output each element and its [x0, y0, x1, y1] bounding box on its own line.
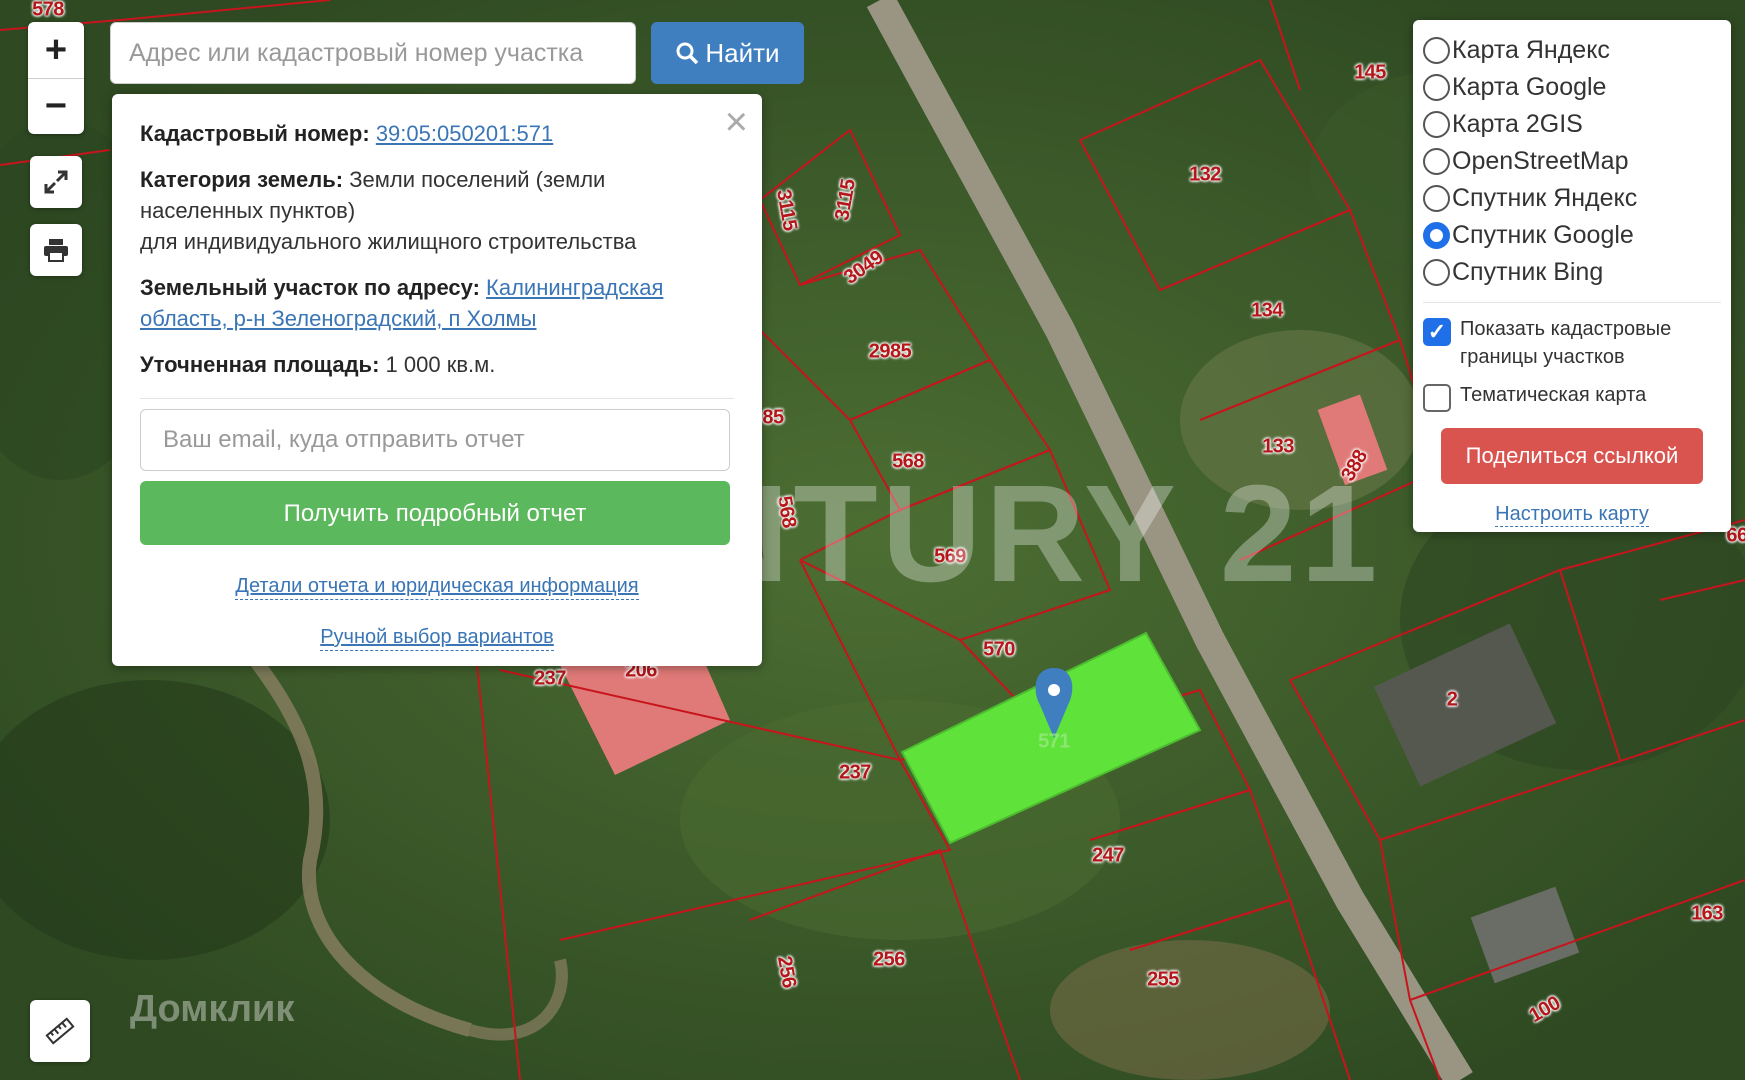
layer-option-label: Спутник Google	[1452, 221, 1634, 249]
fullscreen-button[interactable]	[30, 156, 82, 208]
search-input[interactable]	[110, 22, 636, 84]
checkbox-label: Показать кадастровые границы участков	[1460, 318, 1672, 368]
parcel-label: 247	[1092, 844, 1124, 867]
layer-option-yandex-map[interactable]: Карта Яндекс	[1423, 32, 1721, 69]
parcel-label: 578	[32, 0, 64, 21]
zoom-control: + −	[28, 22, 84, 134]
layer-option-label: Карта Яндекс	[1452, 36, 1610, 64]
layer-option-2gis-map[interactable]: Карта 2GIS	[1423, 106, 1721, 143]
print-button[interactable]	[30, 224, 82, 276]
parcel-label: 255	[1147, 968, 1179, 991]
parcel-label: 85	[762, 406, 784, 429]
zoom-in-button[interactable]: +	[28, 22, 84, 78]
printer-icon	[44, 239, 68, 262]
parcel-label: 570	[983, 638, 1015, 661]
area-value: 1 000 кв.м.	[385, 352, 496, 377]
ruler-button[interactable]	[30, 1000, 90, 1062]
cadastral-number-row: Кадастровый номер: 39:05:050201:571	[140, 118, 734, 149]
get-report-button[interactable]: Получить подробный отчет	[140, 481, 730, 545]
manual-selection-link[interactable]: Ручной выбор вариантов	[320, 624, 554, 651]
cadastral-number-link[interactable]: 39:05:050201:571	[376, 121, 553, 146]
layer-option-label: Карта 2GIS	[1452, 110, 1583, 138]
parcel-label: 132	[1189, 163, 1221, 186]
show-cadastral-borders-checkbox[interactable]: ✓ Показать кадастровые границы участков	[1423, 315, 1721, 371]
radio-selected-icon	[1423, 222, 1450, 249]
parcel-label: 256	[873, 948, 905, 971]
layer-option-label: Спутник Bing	[1452, 258, 1604, 286]
layer-option-label: Карта Google	[1452, 73, 1607, 101]
search-icon	[676, 42, 699, 65]
configure-map-link[interactable]: Настроить карту	[1495, 502, 1649, 527]
parcel-label: 2985	[868, 340, 912, 363]
search-button-label: Найти	[705, 37, 780, 68]
land-usage-value: для индивидуального жилищного строительс…	[140, 229, 637, 254]
parcel-label: 237	[534, 667, 566, 690]
layer-option-label: Спутник Яндекс	[1452, 184, 1638, 212]
checkmark-icon: ✓	[1423, 318, 1451, 346]
layer-option-google-satellite[interactable]: Спутник Google	[1423, 217, 1721, 254]
radio-icon	[1423, 74, 1450, 101]
checkbox-icon	[1423, 384, 1451, 412]
radio-icon	[1423, 148, 1450, 175]
report-details-link[interactable]: Детали отчета и юридическая информация	[235, 573, 639, 600]
email-field[interactable]	[140, 409, 730, 471]
close-icon[interactable]: ×	[725, 102, 748, 142]
parcel-label: 163	[1691, 902, 1723, 925]
radio-icon	[1423, 259, 1450, 286]
area-label: Уточненная площадь:	[140, 352, 380, 377]
parcel-label: 571	[1038, 730, 1070, 753]
divider	[140, 398, 734, 399]
parcel-label: 237	[839, 761, 871, 784]
radio-icon	[1423, 185, 1450, 212]
ruler-icon	[45, 1017, 75, 1045]
parcel-info-popup: × Кадастровый номер: 39:05:050201:571 Ка…	[112, 94, 762, 666]
area-row: Уточненная площадь: 1 000 кв.м.	[140, 349, 734, 380]
layer-option-bing-satellite[interactable]: Спутник Bing	[1423, 254, 1721, 291]
domclick-watermark: Домклик	[130, 988, 295, 1030]
land-category-label: Категория земель:	[140, 167, 344, 192]
zoom-out-button[interactable]: −	[28, 78, 84, 134]
thematic-map-checkbox[interactable]: Тематическая карта	[1423, 381, 1721, 412]
address-label: Земельный участок по адресу:	[140, 275, 480, 300]
share-link-button[interactable]: Поделиться ссылкой	[1441, 428, 1703, 484]
layer-option-google-map[interactable]: Карта Google	[1423, 69, 1721, 106]
radio-icon	[1423, 37, 1450, 64]
divider	[1423, 302, 1721, 303]
layer-option-label: OpenStreetMap	[1452, 147, 1629, 175]
checkbox-label: Тематическая карта	[1460, 384, 1647, 406]
layer-switcher-panel: Карта Яндекс Карта Google Карта 2GIS Ope…	[1413, 20, 1731, 532]
radio-icon	[1423, 111, 1450, 138]
parcel-label: 2	[1446, 688, 1458, 711]
parcel-label: 134	[1251, 299, 1283, 322]
search-button[interactable]: Найти	[651, 22, 804, 84]
cadastral-number-label: Кадастровый номер:	[140, 121, 370, 146]
land-category-row: Категория земель: Земли поселений (земли…	[140, 164, 734, 257]
layer-option-yandex-satellite[interactable]: Спутник Яндекс	[1423, 180, 1721, 217]
parcel-label: 145	[1354, 61, 1386, 84]
layer-option-osm[interactable]: OpenStreetMap	[1423, 143, 1721, 180]
expand-icon	[44, 170, 68, 194]
address-row: Земельный участок по адресу: Калининград…	[140, 272, 734, 334]
